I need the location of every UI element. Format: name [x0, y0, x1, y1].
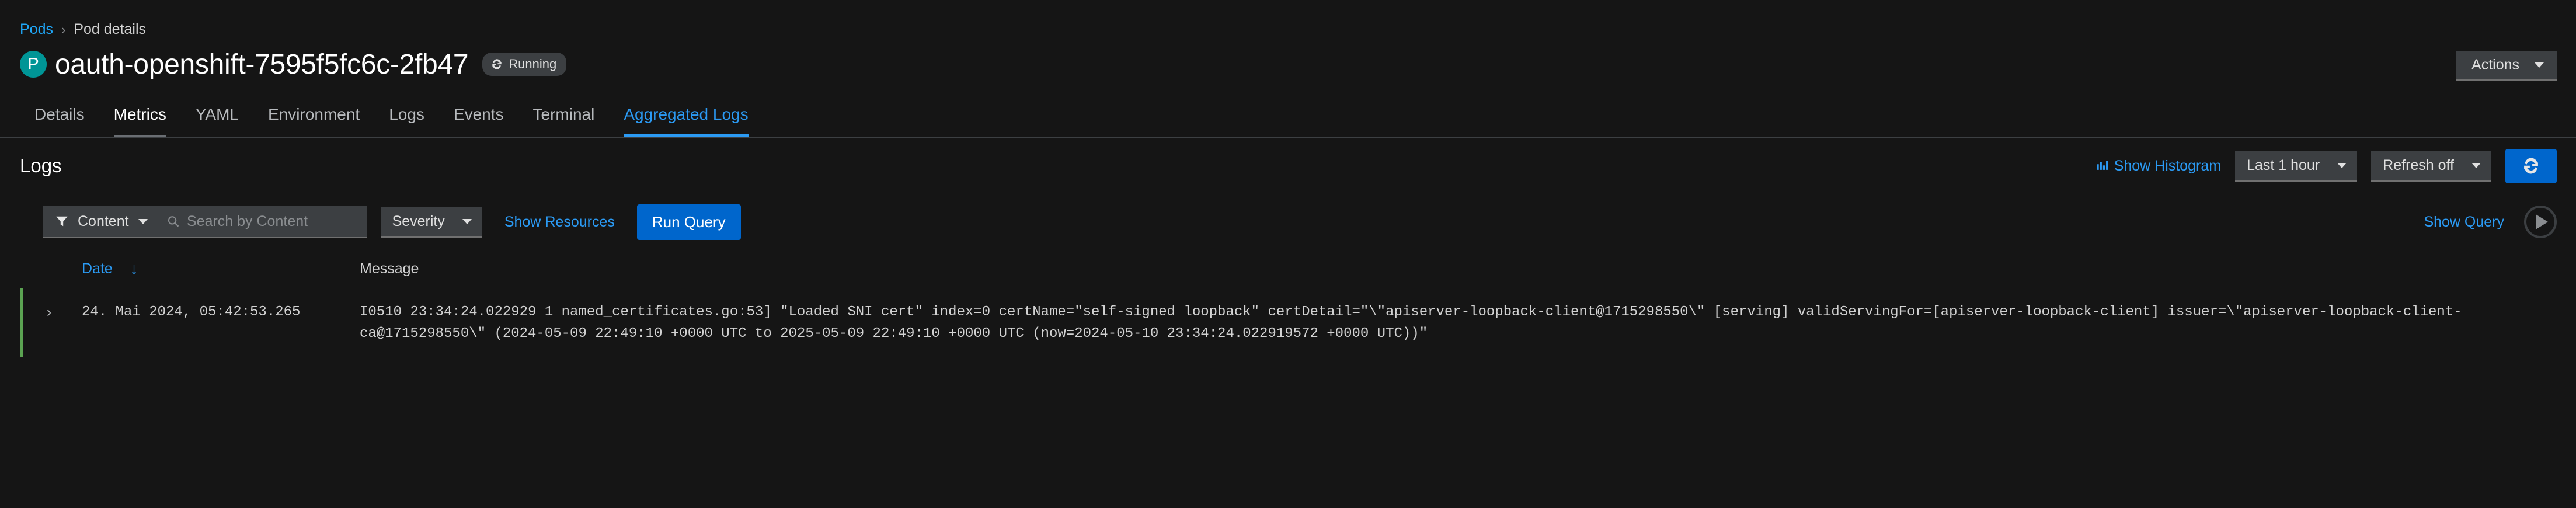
refresh-button[interactable] [2505, 148, 2557, 183]
logs-toolbar: Logs Show Histogram Last 1 hour Refresh … [0, 138, 2576, 194]
refresh-interval-value: Refresh off [2383, 156, 2454, 173]
chevron-down-icon [2471, 162, 2481, 168]
chevron-down-icon [138, 218, 148, 224]
tab-events[interactable]: Events [439, 91, 518, 137]
severity-label: Severity [392, 213, 445, 229]
refresh-interval-select[interactable]: Refresh off [2371, 150, 2491, 182]
chevron-down-icon [462, 218, 472, 224]
tab-environment[interactable]: Environment [253, 91, 374, 137]
tab-metrics[interactable]: Metrics [99, 91, 181, 137]
actions-button-label: Actions [2471, 57, 2519, 73]
column-header-date[interactable]: Date ↓ [82, 260, 360, 277]
page-title: oauth-openshift-7595f5fc6c-2fb47 [55, 48, 469, 80]
show-histogram-label: Show Histogram [2114, 157, 2222, 174]
show-query-button[interactable]: Show Query [2424, 214, 2504, 231]
actions-button[interactable]: Actions [2456, 51, 2557, 81]
arrow-down-icon: ↓ [130, 260, 138, 277]
tab-logs[interactable]: Logs [374, 91, 439, 137]
play-icon [2536, 214, 2548, 229]
log-row-message: I0510 23:34:24.022929 1 named_certificat… [360, 304, 2462, 342]
tab-aggregated-logs[interactable]: Aggregated Logs [609, 91, 763, 137]
play-button[interactable] [2524, 206, 2557, 238]
status-badge-label: Running [509, 57, 557, 71]
tab-yaml[interactable]: YAML [181, 91, 253, 137]
page-header: P oauth-openshift-7595f5fc6c-2fb47 Runni… [0, 37, 2576, 81]
caret-down-icon [2535, 62, 2544, 68]
breadcrumb-separator: › [61, 22, 66, 37]
filter-type-select[interactable]: Content [43, 206, 156, 238]
status-badge: Running [482, 53, 567, 76]
breadcrumb-link-pods[interactable]: Pods [20, 22, 53, 37]
tab-terminal[interactable]: Terminal [518, 91, 610, 137]
filter-icon [56, 216, 68, 227]
chevron-right-icon[interactable]: › [23, 301, 82, 323]
logs-section-title: Logs [20, 155, 62, 176]
tab-details[interactable]: Details [20, 91, 99, 137]
search-icon [168, 216, 179, 227]
breadcrumb-current: Pod details [74, 21, 147, 37]
histogram-icon [2097, 161, 2108, 170]
sync-icon [2524, 158, 2538, 174]
show-resources-button[interactable]: Show Resources [504, 214, 615, 231]
severity-select[interactable]: Severity [380, 206, 482, 238]
breadcrumb: Pods › Pod details [0, 0, 2576, 37]
filter-type-label: Content [78, 213, 129, 229]
run-query-button[interactable]: Run Query [636, 204, 741, 240]
pod-resource-icon: P [20, 51, 47, 78]
tab-bar: Details Metrics YAML Environment Logs Events T… [0, 91, 2576, 138]
show-histogram-button[interactable]: Show Histogram [2096, 158, 2221, 175]
column-header-date-label: Date [82, 260, 113, 277]
log-row-date: 24. Mai 2024, 05:42:53.265 [82, 304, 301, 320]
log-table: Date ↓ Message › 24. Mai 2024, 05:42:53.2… [0, 250, 2576, 358]
table-row[interactable]: › 24. Mai 2024, 05:42:53.265 I0510 23:34:2… [20, 288, 2576, 358]
content-filter-group: Content [43, 206, 367, 238]
log-table-header: Date ↓ Message [20, 250, 2576, 288]
time-range-select[interactable]: Last 1 hour [2235, 150, 2358, 182]
column-header-message: Message [360, 260, 419, 277]
search-field [156, 206, 367, 238]
time-range-value: Last 1 hour [2247, 156, 2320, 173]
chevron-down-icon [2337, 162, 2347, 168]
query-toolbar: Content Severity Show Resources Run Quer… [0, 194, 2576, 250]
search-input[interactable] [187, 213, 355, 230]
sync-icon [492, 59, 502, 69]
